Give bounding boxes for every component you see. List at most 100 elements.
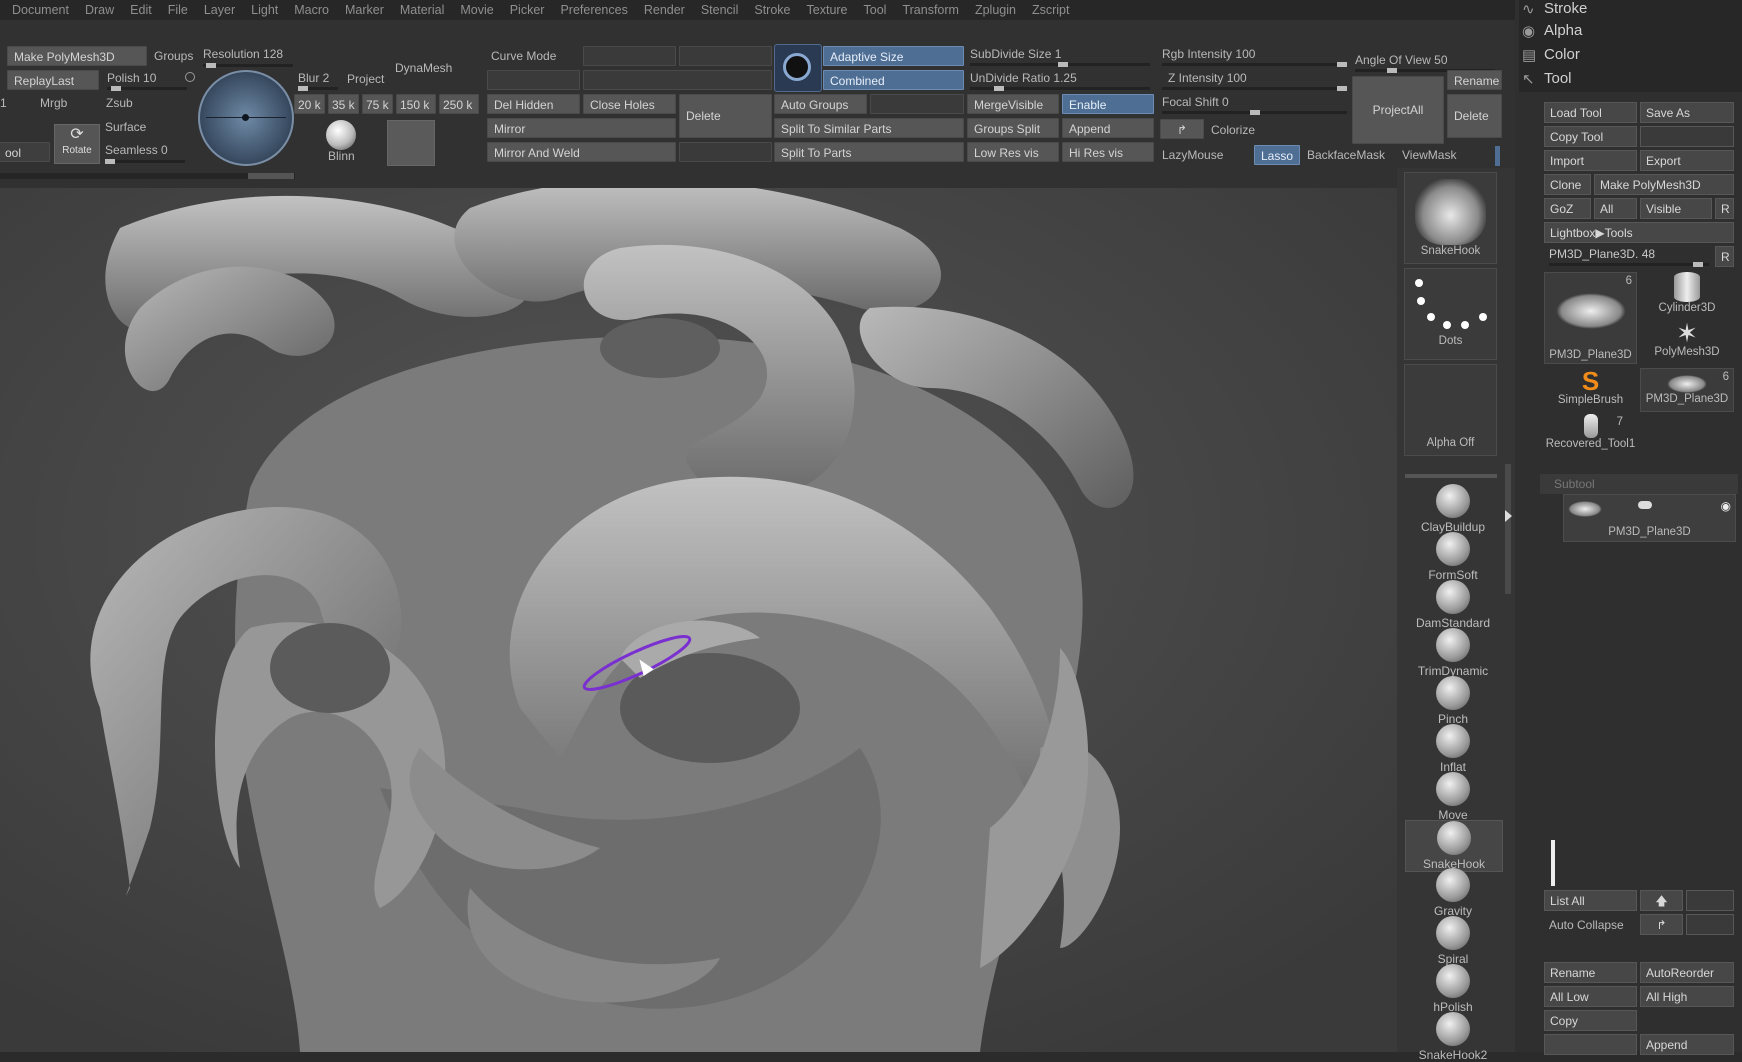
palette-alpha[interactable]: ◉ Alpha — [1522, 22, 1582, 40]
z-intensity-slider[interactable] — [1162, 86, 1347, 91]
brush-claybuildup[interactable]: ClayBuildup — [1405, 484, 1501, 534]
blur-slider-handle[interactable] — [298, 86, 308, 91]
current-tool-r-button[interactable]: R — [1715, 246, 1734, 267]
polish-label[interactable]: Polish 10 — [107, 71, 156, 85]
menu-layer[interactable]: Layer — [200, 3, 239, 17]
menu-draw[interactable]: Draw — [81, 3, 118, 17]
tool-thumb-pm3d-plane-2[interactable]: 6 PM3D_Plane3D — [1640, 368, 1734, 412]
current-brush-thumb[interactable]: SnakeHook — [1404, 172, 1497, 264]
polish-slider-handle[interactable] — [111, 86, 121, 91]
all-high-button[interactable]: All High — [1640, 986, 1734, 1007]
polish-slider[interactable] — [107, 86, 187, 91]
delete-top-button[interactable]: Delete — [1447, 94, 1502, 138]
groups-split-button[interactable]: Groups Split — [967, 118, 1059, 138]
import-button[interactable]: Import — [1544, 150, 1637, 171]
brush-hpolish[interactable]: hPolish — [1405, 964, 1501, 1014]
menu-edit[interactable]: Edit — [126, 3, 156, 17]
angle-of-view-slider-handle[interactable] — [1387, 68, 1397, 73]
backface-mask-label[interactable]: BackfaceMask — [1307, 148, 1385, 162]
project-all-button[interactable]: ProjectAll — [1352, 76, 1444, 144]
resolution-slider-handle[interactable] — [206, 63, 216, 68]
seamless-label[interactable]: Seamless 0 — [105, 143, 168, 157]
current-tool-slider[interactable] — [1549, 262, 1709, 267]
split-parts-button[interactable]: Split To Parts — [774, 142, 964, 162]
res-150k-button[interactable]: 150 k — [396, 94, 436, 114]
focal-shift-label[interactable]: Focal Shift 0 — [1162, 95, 1229, 109]
low-res-vis-button[interactable]: Low Res vis — [967, 142, 1059, 162]
brush-gravity[interactable]: Gravity — [1405, 868, 1501, 918]
brush-formsoft[interactable]: FormSoft — [1405, 532, 1501, 582]
menu-render[interactable]: Render — [640, 3, 689, 17]
zsub-button[interactable]: Zsub — [106, 96, 133, 110]
goz-all-button[interactable]: All — [1594, 198, 1637, 219]
goz-button[interactable]: GoZ — [1544, 198, 1591, 219]
lazymouse-label[interactable]: LazyMouse — [1162, 148, 1223, 162]
menu-document[interactable]: Document — [8, 3, 73, 17]
menu-texture[interactable]: Texture — [803, 3, 852, 17]
canvas-viewport[interactable] — [0, 188, 1397, 1052]
brush-trimdynamic[interactable]: TrimDynamic — [1405, 628, 1501, 678]
brush-list-collapse-icon[interactable] — [1505, 510, 1512, 522]
subtool-visibility-eye-icon[interactable]: ◉ — [1721, 499, 1731, 513]
subdivide-size-slider-handle[interactable] — [1058, 62, 1068, 67]
alpha-thumb[interactable]: Alpha Off — [1404, 364, 1497, 456]
resolution-slider[interactable] — [203, 63, 293, 68]
subtool-rename-button[interactable]: Rename — [1544, 962, 1637, 983]
tool-thumb-simplebrush[interactable]: S SimpleBrush — [1544, 368, 1637, 412]
seamless-slider-handle[interactable] — [105, 159, 115, 164]
tool-thumb-pm3d-plane-1[interactable]: 6 PM3D_Plane3D — [1544, 272, 1637, 364]
brush-snakehook2[interactable]: SnakeHook2 — [1405, 1012, 1501, 1062]
res-20k-button[interactable]: 20 k — [294, 94, 325, 114]
tool-thumb-recovered[interactable]: 7 Recovered_Tool1 — [1544, 414, 1637, 458]
menu-stencil[interactable]: Stencil — [697, 3, 743, 17]
all-low-button[interactable]: All Low — [1544, 986, 1637, 1007]
merge-visible-button[interactable]: MergeVisible — [967, 94, 1059, 114]
move-up-button[interactable]: 🡅 — [1640, 890, 1683, 911]
menu-zscript[interactable]: Zscript — [1028, 3, 1074, 17]
z-intensity-label[interactable]: Z Intensity 100 — [1168, 71, 1247, 85]
undivide-ratio-slider-handle[interactable] — [994, 86, 1004, 91]
load-tool-button[interactable]: Load Tool — [1544, 102, 1637, 123]
brush-snakehook[interactable]: SnakeHook — [1405, 820, 1503, 872]
orientation-gizmo[interactable] — [198, 70, 294, 166]
make-polymesh-tool-button[interactable]: Make PolyMesh3D — [1594, 174, 1734, 195]
goz-r-button[interactable]: R — [1715, 198, 1734, 219]
tool-thumb-polymesh[interactable]: ✶ PolyMesh3D — [1640, 320, 1734, 364]
subtool-header[interactable]: Subtool — [1540, 474, 1738, 494]
palette-tool[interactable]: ↖ Tool — [1522, 70, 1572, 88]
subdivide-size-label[interactable]: SubDivide Size 1 — [970, 47, 1061, 61]
res-75k-button[interactable]: 75 k — [362, 94, 393, 114]
stroke-thumb[interactable]: Dots — [1404, 268, 1497, 360]
resolution-label[interactable]: Resolution 128 — [203, 47, 283, 61]
brush-pinch[interactable]: Pinch — [1405, 676, 1501, 726]
undivide-ratio-slider[interactable] — [970, 86, 1150, 91]
seamless-slider[interactable] — [105, 159, 185, 164]
subdivide-size-slider[interactable] — [970, 62, 1150, 67]
res-250k-button[interactable]: 250 k — [439, 94, 479, 114]
palette-color[interactable]: ▤ Color — [1522, 46, 1580, 64]
brush-spiral[interactable]: Spiral — [1405, 916, 1501, 966]
split-similar-button[interactable]: Split To Similar Parts — [774, 118, 964, 138]
menu-tool[interactable]: Tool — [860, 3, 891, 17]
clone-button[interactable]: Clone — [1544, 174, 1591, 195]
enable-button[interactable]: Enable — [1062, 94, 1154, 114]
tool-thumb-cylinder[interactable]: Cylinder3D — [1640, 272, 1734, 318]
mirror-weld-button[interactable]: Mirror And Weld — [487, 142, 676, 162]
make-polymesh-button[interactable]: Make PolyMesh3D — [7, 46, 147, 66]
save-as-button[interactable]: Save As — [1640, 102, 1734, 123]
replay-last-button[interactable]: ReplayLast — [7, 70, 99, 90]
close-holes-button[interactable]: Close Holes — [583, 94, 676, 114]
sculpt-model-image[interactable] — [0, 188, 1397, 1052]
rename-top-button[interactable]: Rename — [1447, 70, 1502, 90]
auto-collapse-arrow-button[interactable]: ↱ — [1640, 914, 1683, 935]
append-button[interactable]: Append — [1062, 118, 1154, 138]
rgb-intensity-slider-handle[interactable] — [1337, 62, 1347, 67]
menu-material[interactable]: Material — [396, 3, 448, 17]
palette-stroke[interactable]: ∿ Stroke — [1522, 0, 1587, 18]
del-hidden-button[interactable]: Del Hidden — [487, 94, 580, 114]
colorize-label[interactable]: Colorize — [1211, 123, 1255, 137]
dynamesh-label[interactable]: DynaMesh — [395, 61, 452, 75]
mirror-button[interactable]: Mirror — [487, 118, 676, 138]
curve-mode-label[interactable]: Curve Mode — [491, 49, 556, 63]
menu-marker[interactable]: Marker — [341, 3, 388, 17]
